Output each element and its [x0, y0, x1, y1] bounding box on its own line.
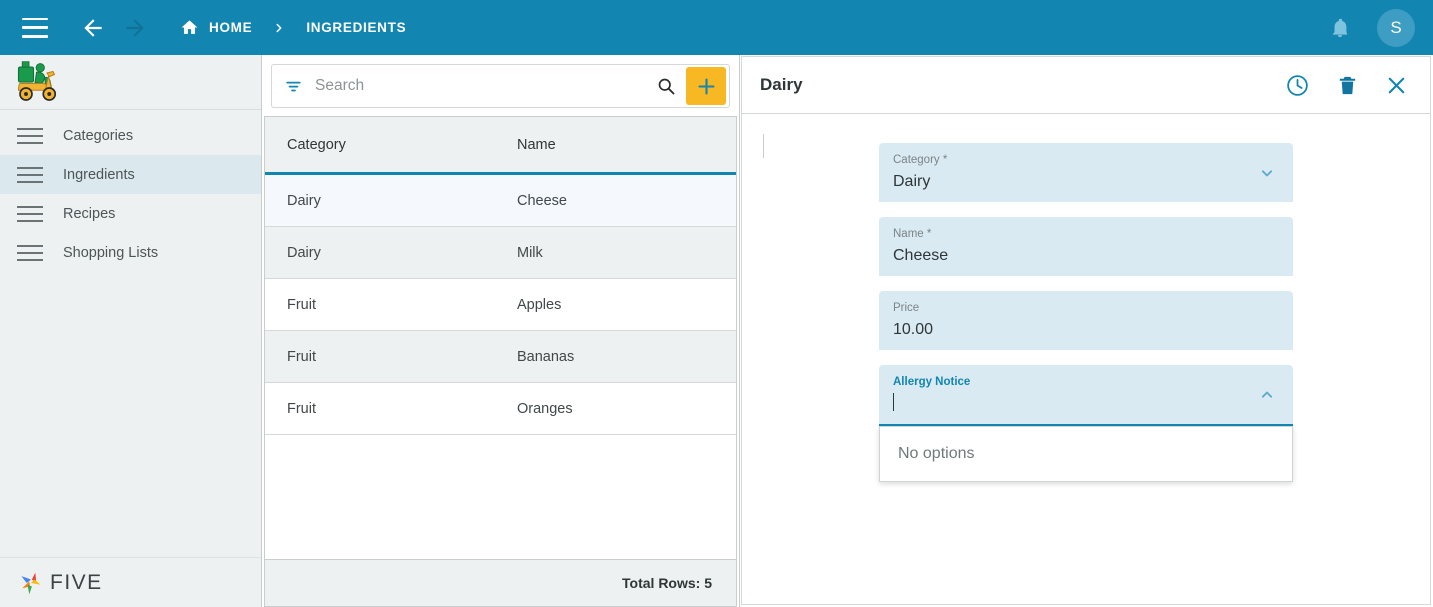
table-row[interactable]: Dairy Milk — [265, 227, 736, 279]
page-title: Dairy — [760, 75, 803, 94]
breadcrumb-home[interactable]: HOME — [180, 18, 252, 37]
detail-header: Dairy — [741, 56, 1431, 114]
field-label: Name * — [893, 228, 932, 240]
cell-category: Dairy — [287, 192, 321, 209]
list-icon — [17, 244, 43, 261]
chevron-right-icon — [272, 21, 286, 35]
list-icon — [17, 205, 43, 222]
filter-icon[interactable] — [284, 77, 303, 96]
cell-category: Fruit — [287, 400, 316, 417]
clock-history-icon[interactable] — [1285, 73, 1310, 98]
sidebar: Categories Ingredients Recipes Shopping … — [0, 55, 262, 607]
add-ingredient-button[interactable] — [686, 67, 726, 105]
dropdown-empty-item: No options — [898, 445, 975, 462]
chevron-down-icon[interactable] — [1257, 163, 1277, 183]
field-label: Allergy Notice — [893, 376, 971, 388]
grid-body: Dairy Cheese Dairy Milk Fruit Apples Fru… — [265, 175, 736, 559]
field-value: Cheese — [893, 247, 949, 264]
category-field[interactable]: Category * Dairy — [879, 143, 1293, 202]
grid-footer: Total Rows: 5 — [265, 559, 736, 606]
column-header-category[interactable]: Category — [265, 137, 499, 153]
search-toolbar — [263, 55, 738, 116]
sidebar-item-label: Recipes — [63, 205, 116, 222]
sidebar-item-categories[interactable]: Categories — [0, 116, 261, 155]
ingredients-list-pane: Category Name Dairy Cheese Dairy Milk Fr… — [262, 55, 764, 607]
sidebar-item-recipes[interactable]: Recipes — [0, 194, 261, 233]
main-area: Categories Ingredients Recipes Shopping … — [0, 55, 1433, 607]
cell-name: Oranges — [517, 400, 573, 417]
field-label: Price — [893, 302, 920, 314]
trash-icon[interactable] — [1336, 74, 1359, 97]
table-row[interactable]: Fruit Oranges — [265, 383, 736, 435]
cell-category: Fruit — [287, 348, 316, 365]
table-row[interactable]: Dairy Cheese — [265, 175, 736, 227]
cell-name: Bananas — [517, 348, 575, 365]
sidebar-brand: FIVE — [0, 557, 261, 607]
five-pinwheel-logo — [21, 572, 41, 594]
top-app-bar: HOME INGREDIENTS S — [0, 0, 1433, 55]
cell-name: Apples — [517, 296, 562, 313]
detail-pane: Dairy Category * Dairy Name * Cheese Pri… — [740, 55, 1433, 607]
total-rows-label: Total Rows: 5 — [622, 575, 712, 591]
field-value: 10.00 — [893, 321, 934, 338]
cell-category: Dairy — [287, 244, 321, 261]
sidebar-nav: Categories Ingredients Recipes Shopping … — [0, 110, 261, 272]
sidebar-item-shopping-lists[interactable]: Shopping Lists — [0, 233, 261, 272]
breadcrumb-home-label: HOME — [209, 20, 253, 35]
avatar[interactable]: S — [1377, 8, 1415, 47]
sidebar-item-ingredients[interactable]: Ingredients — [0, 155, 261, 194]
arrow-right-icon[interactable] — [120, 13, 150, 43]
field-value — [893, 393, 1279, 415]
arrow-left-icon[interactable] — [78, 13, 108, 43]
sidebar-item-label: Ingredients — [63, 166, 135, 183]
cell-name: Cheese — [517, 192, 567, 209]
bell-icon[interactable] — [1329, 17, 1351, 39]
grid-header-row: Category Name — [265, 117, 764, 175]
list-icon — [17, 166, 43, 183]
field-label: Category * — [893, 154, 948, 166]
close-icon[interactable] — [1385, 74, 1408, 97]
chevron-up-icon[interactable] — [1257, 385, 1277, 405]
allergy-notice-dropdown: No options — [879, 426, 1293, 482]
allergy-notice-field[interactable]: Allergy Notice — [879, 365, 1293, 426]
column-header-name[interactable]: Name — [499, 137, 736, 153]
cell-name: Milk — [517, 244, 543, 261]
plus-icon — [697, 77, 715, 95]
search-bar — [271, 64, 730, 108]
scooter-delivery-logo — [17, 61, 57, 101]
search-input[interactable] — [315, 77, 646, 95]
brand-label: FIVE — [50, 570, 103, 594]
search-icon[interactable] — [656, 76, 676, 96]
sidebar-item-label: Categories — [63, 127, 134, 144]
text-caret — [893, 393, 894, 411]
hamburger-icon[interactable] — [22, 17, 48, 38]
home-icon — [180, 18, 199, 37]
table-row[interactable]: Fruit Bananas — [265, 331, 736, 383]
detail-form: Category * Dairy Name * Cheese Price 10.… — [741, 114, 1431, 605]
name-field[interactable]: Name * Cheese — [879, 217, 1293, 276]
ingredients-grid: Category Name Dairy Cheese Dairy Milk Fr… — [264, 116, 764, 607]
price-field[interactable]: Price 10.00 — [879, 291, 1293, 350]
cell-category: Fruit — [287, 296, 316, 313]
list-icon — [17, 127, 43, 144]
breadcrumb-current: INGREDIENTS — [306, 20, 407, 35]
sidebar-logo[interactable] — [0, 55, 261, 110]
sidebar-item-label: Shopping Lists — [63, 244, 159, 261]
table-row[interactable]: Fruit Apples — [265, 279, 736, 331]
field-value: Dairy — [893, 173, 931, 190]
